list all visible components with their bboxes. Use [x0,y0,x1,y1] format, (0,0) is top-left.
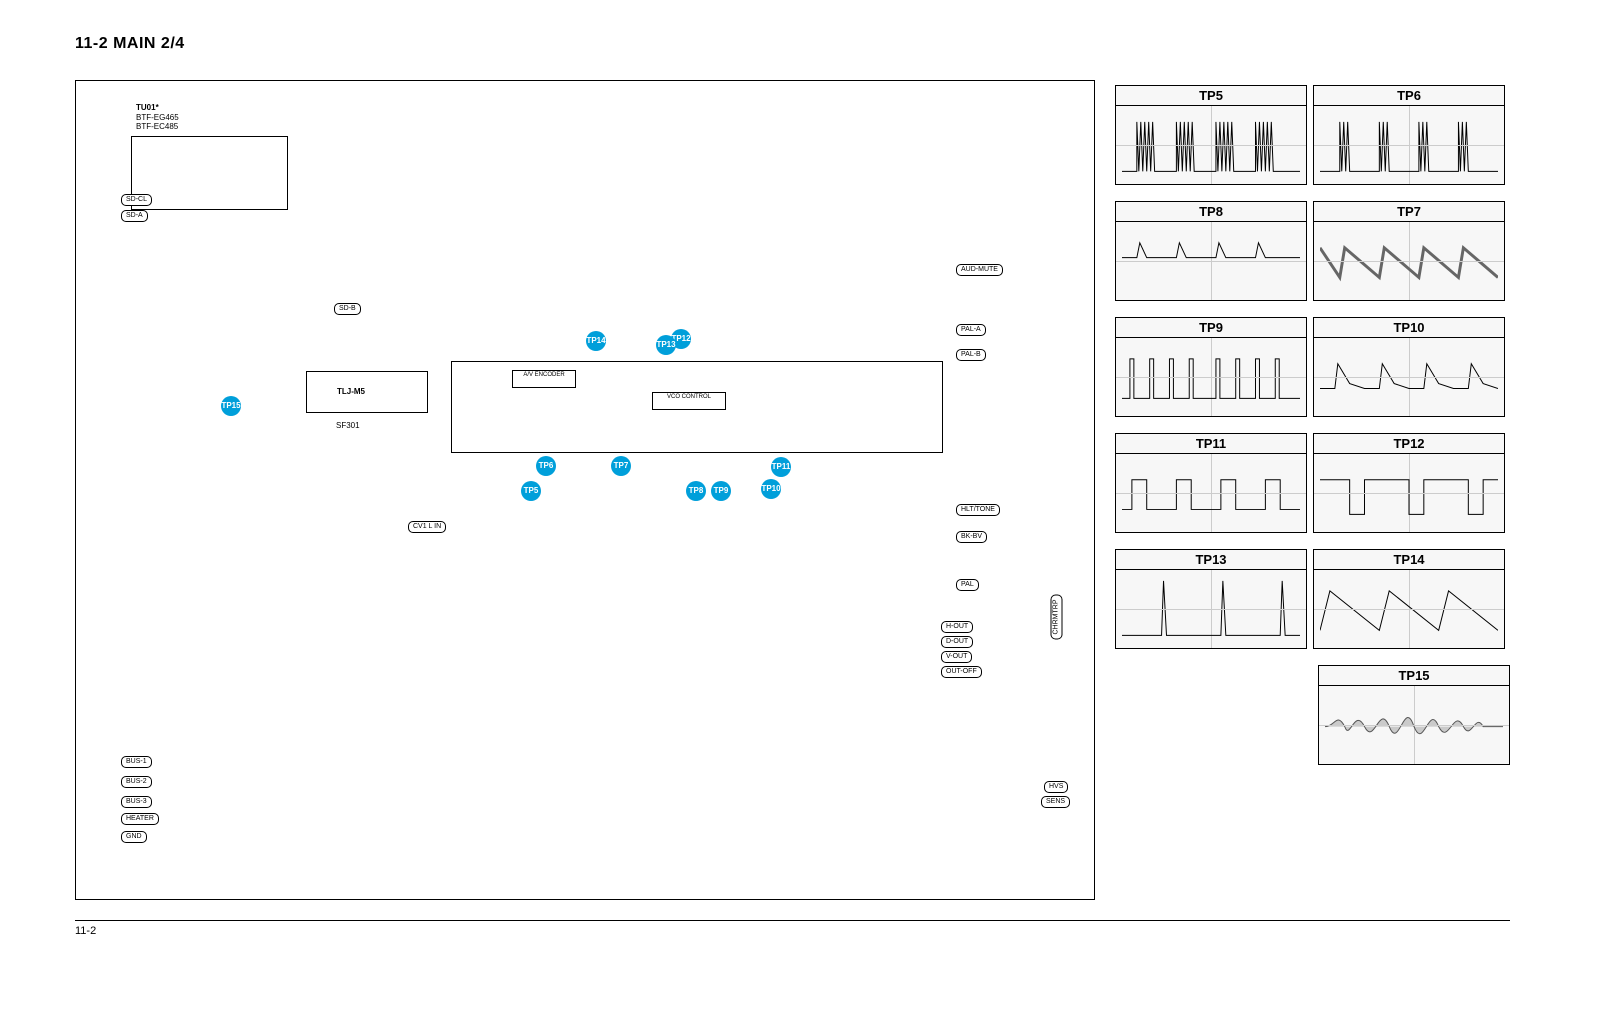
tp7-marker: TP7 [611,456,631,476]
page-title: 11-2 MAIN 2/4 [75,35,185,53]
net-sdb: SD-B [334,303,361,315]
scope-tp6: TP6 [1313,85,1505,185]
section-name: MAIN 2/4 [113,35,185,52]
net-sda: SD-A [121,210,148,222]
page-footer: 11-2 [75,920,1510,937]
scope-tp5: TP5 [1115,85,1307,185]
net-chrmtrp: CHRMTRP [1051,595,1063,640]
wave-tp7 [1320,228,1498,297]
schematic-diagram: TU01* BTF-EG465 BTF-EC485 TLJ-M5 SF301 V… [75,80,1095,900]
tp9-marker: TP9 [711,481,731,501]
net-bus1: BUS-1 [121,756,152,768]
wave-tp15 [1325,692,1503,761]
ic301-sub: TLJ-M5 [337,387,365,396]
net-gnd: GND [121,831,147,843]
scope-tp14-head: TP14 [1314,550,1504,570]
scope-tp15-head: TP15 [1319,666,1509,686]
net-hvs: HVS [1044,781,1068,793]
tp14-marker: TP14 [586,331,606,351]
tuner-ref: TU01* [136,103,159,112]
net-outoff: OUT-OFF [941,666,982,678]
scope-tp9-head: TP9 [1116,318,1306,338]
net-pal: PAL [956,579,979,591]
net-bus3: BUS-3 [121,796,152,808]
scope-tp12: TP12 [1313,433,1505,533]
wave-tp6 [1320,112,1498,181]
wave-tp11 [1122,460,1300,529]
wave-tp12 [1320,460,1498,529]
scope-tp10-head: TP10 [1314,318,1504,338]
scope-tp14: TP14 [1313,549,1505,649]
scope-tp7: TP7 [1313,201,1505,301]
wave-tp8 [1122,228,1300,297]
scope-tp9: TP9 [1115,317,1307,417]
sf301-ref: SF301 [336,421,360,430]
tp5-marker: TP5 [521,481,541,501]
tp13-marker: TP13 [656,335,676,355]
vco-control-box: VCO CONTROL [652,392,726,410]
section-num: 11-2 [75,35,108,52]
wave-tp9 [1122,344,1300,413]
net-cvlin: CV1 L IN [408,521,446,533]
tuner-part-a: BTF-EG465 [136,113,179,122]
ic301: TLJ-M5 [306,371,428,413]
net-audmute: AUD-MUTE [956,264,1003,276]
scope-tp10: TP10 [1313,317,1505,417]
av-encoder-box: A/V ENCODER [512,370,576,388]
wave-tp13 [1122,576,1300,645]
ic200-main: VCO CONTROL A/V ENCODER [451,361,943,453]
scope-column: TP5 TP6 TP8 TP7 TP9 TP10 [1115,85,1510,781]
wave-tp14 [1320,576,1498,645]
net-sens: SENS [1041,796,1070,808]
scope-tp11-head: TP11 [1116,434,1306,454]
scope-tp5-head: TP5 [1116,86,1306,106]
scope-tp8-head: TP8 [1116,202,1306,222]
net-heater: HEATER [121,813,159,825]
tp8-marker: TP8 [686,481,706,501]
wave-tp5 [1122,112,1300,181]
net-hlt: HLT/TONE [956,504,1000,516]
scope-tp6-head: TP6 [1314,86,1504,106]
scope-tp12-head: TP12 [1314,434,1504,454]
tp11-marker: TP11 [771,457,791,477]
tuner-part-b: BTF-EC485 [136,122,178,131]
net-hout: H-OUT [941,621,973,633]
scope-tp11: TP11 [1115,433,1307,533]
net-dout: D-OUT [941,636,973,648]
tp6-marker: TP6 [536,456,556,476]
scope-tp7-head: TP7 [1314,202,1504,222]
tp10-marker: TP10 [761,479,781,499]
scope-tp13-head: TP13 [1116,550,1306,570]
net-vout: V-OUT [941,651,972,663]
net-pal-a: PAL-A [956,324,986,336]
net-bkbv: BK-BV [956,531,987,543]
net-pal-b: PAL-B [956,349,986,361]
scope-tp13: TP13 [1115,549,1307,649]
net-sdcl: SD-CL [121,194,152,206]
scope-tp15: TP15 [1318,665,1510,765]
wave-tp10 [1320,344,1498,413]
net-bus2: BUS-2 [121,776,152,788]
tuner-block: TU01* BTF-EG465 BTF-EC485 [131,136,288,210]
tp15-marker: TP15 [221,396,241,416]
scope-tp8: TP8 [1115,201,1307,301]
